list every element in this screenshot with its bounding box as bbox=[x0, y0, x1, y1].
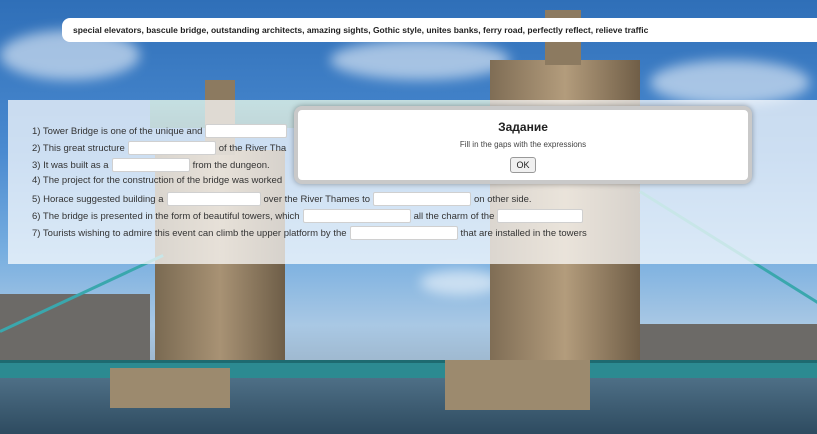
gap-input[interactable] bbox=[349, 226, 458, 240]
gap-input[interactable] bbox=[497, 209, 584, 223]
gap-input[interactable] bbox=[166, 192, 261, 206]
right-pier bbox=[445, 360, 590, 410]
sentence-text: 2) This great structure bbox=[32, 142, 125, 154]
sentence-text: 4) The project for the construction of t… bbox=[32, 175, 283, 186]
word-bank-text: special elevators, bascule bridge, outst… bbox=[73, 25, 649, 35]
sentence-text: 3) It was built as a bbox=[32, 159, 109, 171]
sentence-text: over the River Thames to bbox=[263, 193, 370, 205]
gap-input[interactable] bbox=[373, 192, 471, 206]
sentence-text: 1) Tower Bridge is one of the unique and bbox=[32, 125, 203, 137]
left-pier bbox=[110, 368, 230, 408]
sentence-6: 6) The bridge is presented in the form o… bbox=[32, 209, 586, 223]
ok-button[interactable]: OK bbox=[510, 157, 536, 173]
gap-input[interactable] bbox=[302, 209, 411, 223]
sentence-text: 6) The bridge is presented in the form o… bbox=[32, 210, 300, 222]
sentence-text: 7) Tourists wishing to admire this event… bbox=[32, 227, 347, 239]
sentence-text: of the River Tha bbox=[218, 142, 287, 154]
sentence-text: all the charm of the bbox=[413, 210, 495, 222]
cloud bbox=[420, 270, 500, 295]
sentence-7: 7) Tourists wishing to admire this event… bbox=[32, 226, 587, 240]
sentence-4: 4) The project for the construction of t… bbox=[32, 175, 282, 186]
sentence-3: 3) It was built as a from the dungeon. bbox=[32, 158, 270, 172]
cloud bbox=[330, 40, 510, 80]
gap-input[interactable] bbox=[111, 158, 190, 172]
dialog-message: Fill in the gaps with the expressions bbox=[459, 140, 587, 149]
sentence-text: 5) Horace suggested building a bbox=[32, 193, 164, 205]
gap-input[interactable] bbox=[127, 141, 216, 155]
sentence-text: on other side. bbox=[474, 193, 532, 205]
sentence-text: that are installed in the towers bbox=[460, 227, 587, 239]
gap-input[interactable] bbox=[205, 124, 288, 138]
task-dialog: Задание Fill in the gaps with the expres… bbox=[294, 106, 752, 184]
sentence-1: 1) Tower Bridge is one of the unique and bbox=[32, 124, 290, 138]
sentence-5: 5) Horace suggested building a over the … bbox=[32, 192, 532, 206]
word-bank: special elevators, bascule bridge, outst… bbox=[62, 18, 817, 42]
cloud bbox=[650, 60, 810, 105]
sentence-2: 2) This great structure of the River Tha bbox=[32, 141, 286, 155]
dialog-title: Задание bbox=[498, 120, 548, 134]
sentence-text: from the dungeon. bbox=[192, 159, 270, 171]
